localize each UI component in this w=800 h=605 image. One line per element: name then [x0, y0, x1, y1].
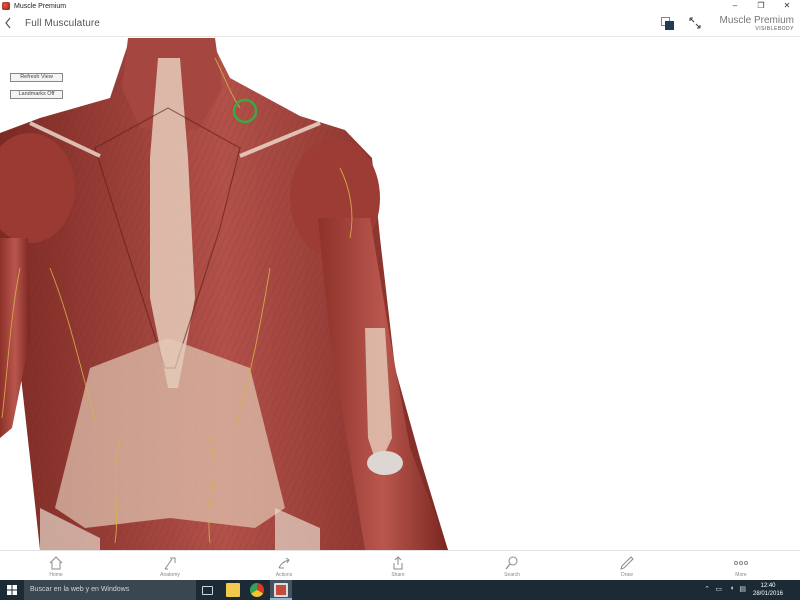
elbow-tendon[interactable] [367, 451, 403, 475]
chrome-icon[interactable] [250, 583, 264, 597]
window-controls: – ❐ ✕ [722, 0, 800, 12]
tray-overflow-icon[interactable]: ⌃ [704, 585, 710, 593]
page-title: Full Musculature [25, 18, 100, 29]
refresh-view-button[interactable]: Refresh View [10, 73, 63, 82]
share-label: Share [391, 572, 405, 578]
taskbar-search-box[interactable]: Buscar en la web y en Windows [24, 580, 196, 600]
expand-icon [689, 17, 701, 29]
window-title: Muscle Premium [14, 2, 67, 10]
os-taskbar: Buscar en la web y en Windows ⌃ ▭ ◖ ▤ 12… [0, 580, 800, 600]
fullscreen-button[interactable] [688, 16, 702, 30]
actions-label: Actions [275, 572, 293, 578]
task-view-icon[interactable] [202, 586, 213, 595]
search-label: Search [504, 572, 520, 578]
actions-icon [278, 557, 290, 569]
home-icon [49, 556, 63, 570]
brand-company: VISIBLEBODY [755, 26, 794, 32]
actions-button[interactable]: Actions [259, 553, 309, 579]
network-icon[interactable]: ▭ [715, 585, 722, 593]
window-title-bar: Muscle Premium – ❐ ✕ [0, 0, 800, 12]
draw-label: Draw [621, 572, 633, 578]
chevron-left-icon [5, 17, 11, 29]
home-button[interactable]: Home [31, 553, 81, 579]
back-button[interactable] [2, 17, 14, 31]
brand-name: Muscle Premium [719, 15, 794, 26]
anatomy-button[interactable]: Anatomy [145, 553, 195, 579]
draw-button[interactable]: Draw [602, 553, 652, 579]
share-button[interactable]: Share [373, 553, 423, 579]
notifications-icon[interactable]: ▤ [739, 585, 746, 593]
restore-button[interactable]: ❐ [748, 0, 774, 12]
app-logo-icon [2, 2, 10, 10]
bottom-toolbar: Home Anatomy Actions Share Search Draw M… [0, 550, 800, 580]
minimize-button[interactable]: – [722, 0, 748, 12]
more-button[interactable]: More [716, 553, 766, 579]
close-button[interactable]: ✕ [774, 0, 800, 12]
layers-button[interactable] [661, 17, 675, 31]
app-header: Full Musculature Muscle Premium VISIBLEB… [0, 12, 800, 37]
back-musculature-model[interactable] [0, 38, 800, 550]
anatomy-label: Anatomy [160, 572, 180, 578]
file-explorer-icon[interactable] [226, 583, 240, 597]
home-label: Home [49, 572, 63, 578]
taskbar-clock[interactable]: 12:40 28/01/2016 [748, 582, 788, 598]
taskbar-search-placeholder: Buscar en la web y en Windows [30, 586, 130, 593]
clock-date: 28/01/2016 [752, 591, 784, 597]
app-window: Muscle Premium – ❐ ✕ Full Musculature Mu… [0, 0, 800, 600]
brand-logo: Muscle Premium VISIBLEBODY [720, 15, 794, 32]
search-button[interactable]: Search [487, 553, 537, 579]
anatomy-icon [164, 557, 176, 570]
pencil-icon [620, 556, 634, 570]
windows-logo-icon [7, 585, 17, 595]
volume-icon[interactable]: ◖ [730, 585, 734, 592]
clock-time: 12:40 [760, 583, 776, 589]
start-button[interactable] [0, 580, 24, 600]
muscle-premium-taskbar-icon[interactable] [274, 583, 288, 597]
more-label: More [735, 572, 747, 578]
model-viewport[interactable]: Refresh View Landmarks Off [0, 38, 800, 550]
search-icon [505, 556, 518, 570]
share-icon [393, 556, 403, 570]
layer-front-icon [665, 21, 674, 30]
landmarks-toggle-button[interactable]: Landmarks Off [10, 90, 63, 99]
more-icon [734, 561, 748, 565]
